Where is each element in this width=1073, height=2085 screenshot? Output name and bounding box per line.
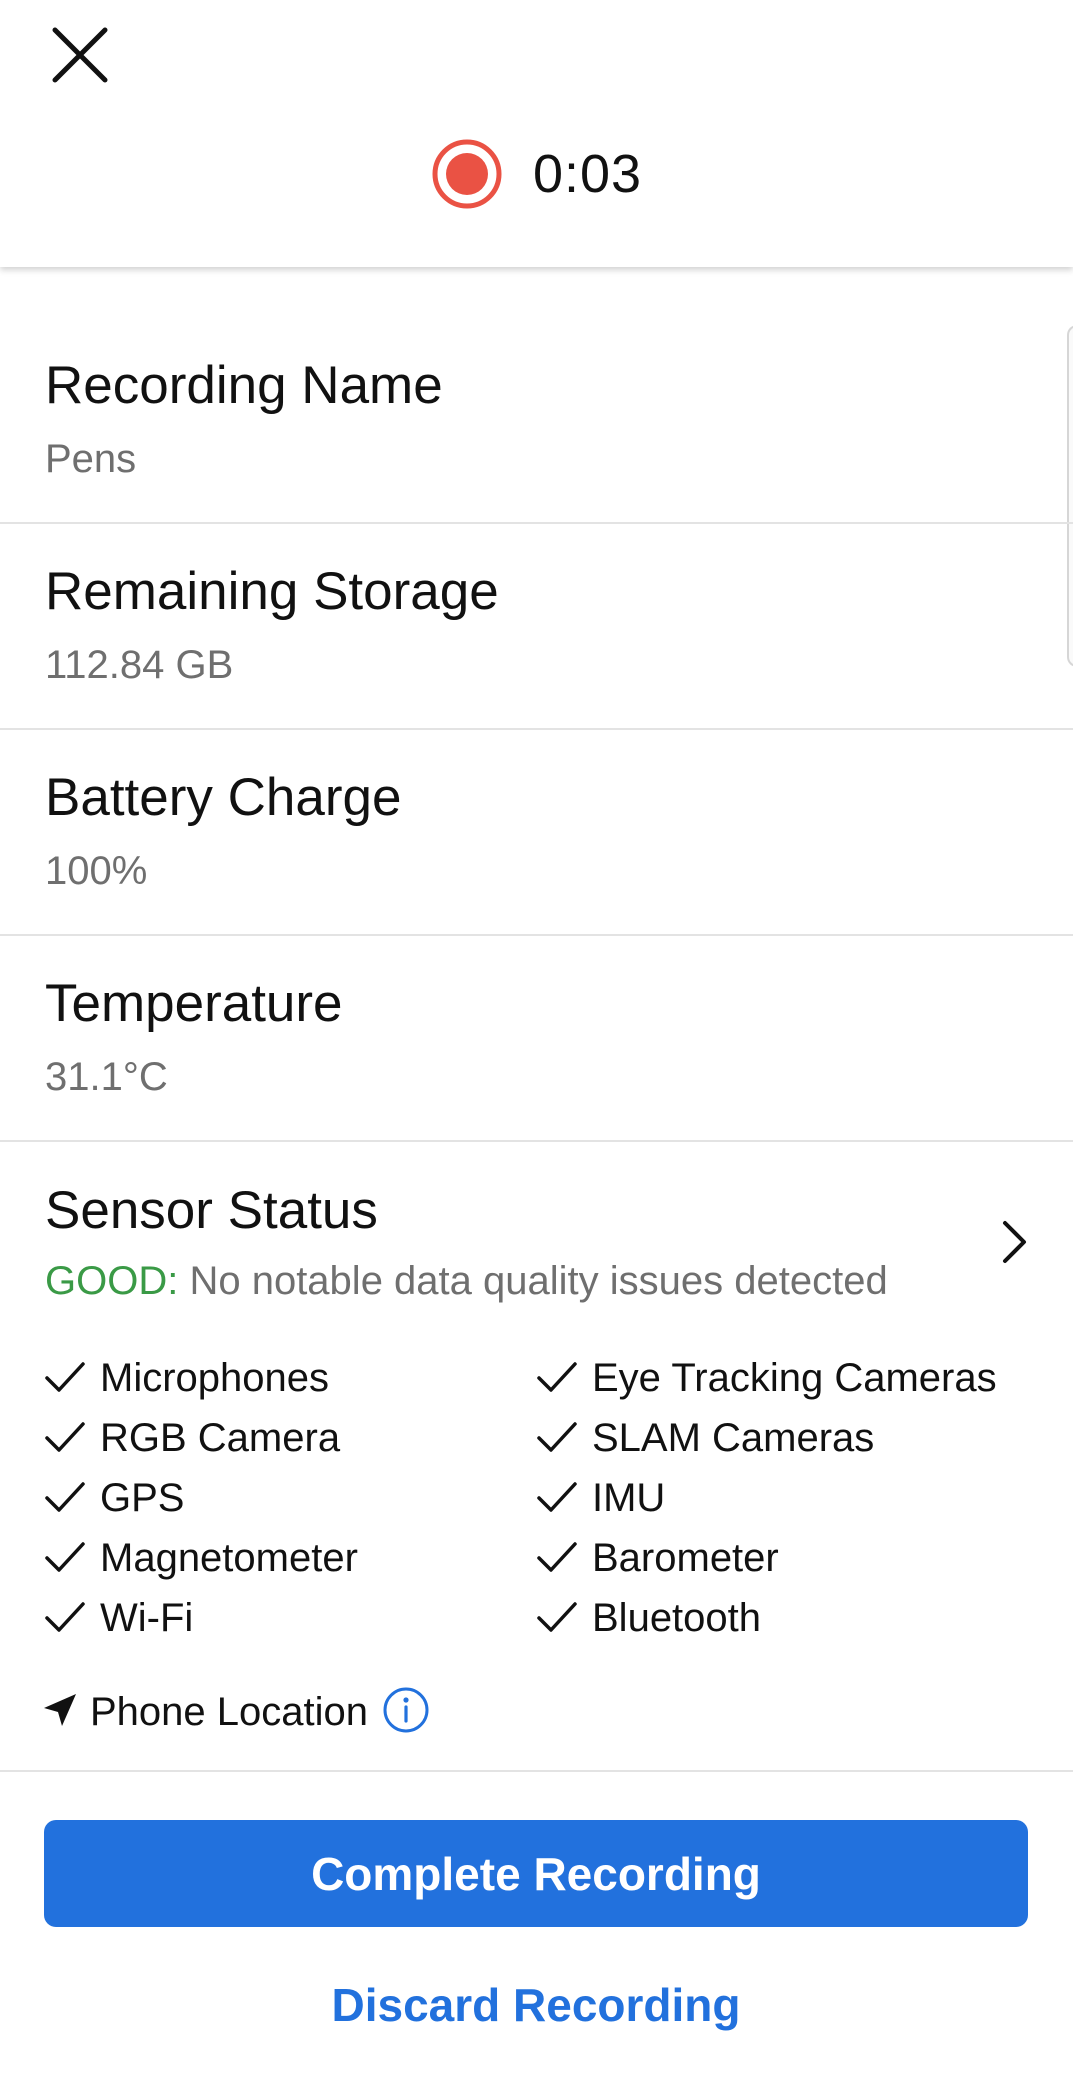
phone-location-label: Phone Location: [90, 1689, 369, 1734]
sensor-label: Wi-Fi: [100, 1595, 194, 1640]
phone-location: Phone Location: [42, 1682, 430, 1742]
location-arrow-icon: [42, 1692, 78, 1733]
chevron-right-icon: [1003, 1221, 1026, 1263]
sensor-item: Magnetometer: [42, 1530, 358, 1586]
remaining-storage-value: 112.84 GB: [45, 643, 234, 687]
check-icon: [42, 1535, 88, 1581]
temperature-row: Temperature 31.1°C: [0, 936, 1073, 1142]
sensor-item: Wi-Fi: [42, 1590, 193, 1646]
status-message-text: No notable data quality issues detected: [178, 1259, 888, 1303]
check-icon: [534, 1475, 580, 1521]
sensor-label: SLAM Cameras: [592, 1415, 875, 1460]
remaining-storage-title: Remaining Storage: [45, 562, 499, 621]
battery-charge-row: Battery Charge 100%: [0, 730, 1073, 936]
elapsed-time: 0:03: [532, 144, 643, 204]
sensor-label: GPS: [100, 1475, 185, 1520]
remaining-storage-row: Remaining Storage 112.84 GB: [0, 524, 1073, 730]
sensor-item: Barometer: [534, 1530, 779, 1586]
sensor-label: IMU: [592, 1475, 666, 1520]
temperature-title: Temperature: [45, 974, 343, 1033]
sensor-label: Bluetooth: [592, 1595, 762, 1640]
sensor-label: Eye Tracking Cameras: [592, 1355, 997, 1400]
sensor-label: Barometer: [592, 1535, 779, 1580]
check-icon: [42, 1475, 88, 1521]
sensor-item: GPS: [42, 1470, 184, 1526]
close-button[interactable]: [40, 20, 120, 90]
sensor-status-title: Sensor Status: [45, 1181, 378, 1240]
complete-recording-button[interactable]: Complete Recording: [44, 1820, 1028, 1927]
check-icon: [534, 1415, 580, 1461]
check-icon: [42, 1415, 88, 1461]
sensor-item: SLAM Cameras: [534, 1410, 874, 1466]
battery-charge-value: 100%: [45, 849, 148, 893]
sensor-item: Bluetooth: [534, 1590, 761, 1646]
sensor-label: Magnetometer: [100, 1535, 358, 1580]
battery-charge-title: Battery Charge: [45, 768, 402, 827]
sensor-status-section[interactable]: Sensor Status GOOD: No notable data qual…: [0, 1142, 1073, 1772]
status-good-label: GOOD:: [45, 1259, 179, 1303]
recording-name-row: Recording Name Pens: [0, 320, 1073, 524]
check-icon: [42, 1355, 88, 1401]
sensor-status-message: GOOD: No notable data quality issues det…: [45, 1259, 888, 1304]
check-icon: [42, 1595, 88, 1641]
recording-name-value: Pens: [45, 437, 137, 481]
sensor-item: Eye Tracking Cameras: [534, 1350, 997, 1406]
record-icon: [431, 138, 503, 210]
temperature-value: 31.1°C: [45, 1055, 168, 1099]
check-icon: [534, 1535, 580, 1581]
check-icon: [534, 1355, 580, 1401]
sensor-label: RGB Camera: [100, 1415, 341, 1460]
recording-timer: 0:03: [0, 130, 1073, 218]
sensor-status-chevron[interactable]: [989, 1212, 1039, 1272]
sensor-label: Microphones: [100, 1355, 330, 1400]
recording-header: 0:03: [0, 0, 1073, 267]
sensor-item: IMU: [534, 1470, 665, 1526]
info-icon[interactable]: [382, 1686, 430, 1739]
close-icon: [52, 27, 108, 83]
sensor-item: Microphones: [42, 1350, 329, 1406]
check-icon: [534, 1595, 580, 1641]
sensor-item: RGB Camera: [42, 1410, 340, 1466]
recording-screen: 0:03 Recording Name Pens Remaining Stora…: [0, 0, 1073, 2085]
discard-recording-button[interactable]: Discard Recording: [44, 1960, 1028, 2050]
recording-name-title: Recording Name: [45, 356, 443, 415]
